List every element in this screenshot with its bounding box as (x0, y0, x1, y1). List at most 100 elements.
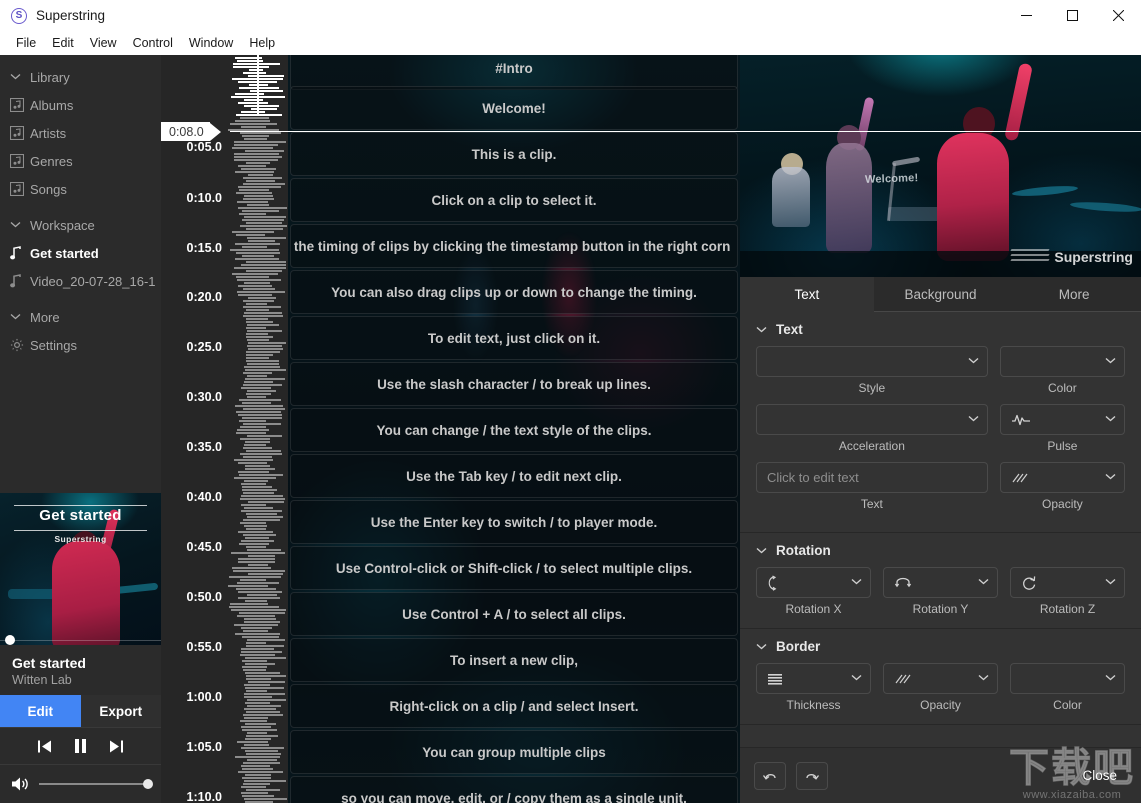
waveform-bar (257, 147, 274, 149)
sidebar-item-albums[interactable]: Albums (0, 91, 161, 119)
edit-button[interactable]: Edit (0, 695, 81, 727)
waveform-bar (257, 501, 285, 503)
clip-item[interactable]: You can group multiple clips (290, 730, 738, 774)
undo-arrow-icon[interactable] (754, 761, 786, 790)
close-panel-button[interactable]: Close (1072, 762, 1127, 789)
waveform-bar (257, 420, 267, 422)
clip-item[interactable]: #Intro (290, 55, 738, 90)
sidebar-group-workspace[interactable]: Workspace (0, 211, 161, 239)
clip-item[interactable]: Use Control + A / to select all clips. (290, 592, 738, 636)
waveform-bar (246, 351, 257, 353)
menu-window[interactable]: Window (181, 34, 241, 53)
thickness-dropdown[interactable] (756, 663, 871, 694)
menu-help[interactable]: Help (241, 34, 283, 53)
sidebar-group-label: Library (30, 69, 70, 85)
album-art[interactable]: Get started Superstring (0, 493, 161, 645)
text-input[interactable]: Click to edit text (756, 462, 988, 493)
chevron-down-icon (10, 220, 30, 231)
menu-view[interactable]: View (82, 34, 125, 53)
audio-waveform[interactable] (228, 55, 288, 803)
waveform-bar (242, 246, 257, 248)
maximize-button[interactable] (1049, 0, 1095, 31)
waveform-bar (257, 387, 271, 389)
sidebar: Library Albums Artists Genres Songs Work… (0, 55, 161, 803)
waveform-bar (233, 153, 257, 155)
skip-previous-icon[interactable] (38, 740, 52, 753)
sidebar-item-label: Songs (30, 181, 67, 197)
clip-item[interactable]: To edit text, just click on it. (290, 316, 738, 360)
section-header[interactable]: Border (756, 639, 1125, 654)
playback-progress-slider[interactable] (0, 635, 161, 645)
tab-background[interactable]: Background (873, 277, 1008, 312)
clip-item[interactable]: You can also drag clips up or down to ch… (290, 270, 738, 314)
acceleration-dropdown[interactable] (756, 404, 988, 435)
chevron-down-icon (851, 673, 862, 684)
rotation-x-dropdown[interactable] (756, 567, 871, 598)
volume-slider[interactable] (39, 779, 153, 789)
sidebar-group-library[interactable]: Library (0, 63, 161, 91)
tab-text[interactable]: Text (740, 277, 874, 312)
sidebar-item-get-started[interactable]: Get started (0, 239, 161, 267)
waveform-bar (257, 105, 280, 107)
field-pulse: Pulse (999, 404, 1125, 453)
clip-item[interactable]: Use the slash character / to break up li… (290, 362, 738, 406)
clip-item[interactable]: so you can move, edit, or / copy them as… (290, 776, 738, 803)
clip-item[interactable]: gn the timing of clips by clicking the t… (290, 224, 738, 268)
volume-icon[interactable] (12, 777, 29, 791)
pause-icon[interactable] (74, 739, 87, 753)
section-header[interactable]: Rotation (756, 543, 1125, 558)
opacity-dropdown[interactable] (999, 462, 1125, 493)
waveform-bar (257, 468, 275, 470)
clip-item[interactable]: Use Control-click or Shift-click / to se… (290, 546, 738, 590)
waveform-bar (236, 279, 257, 281)
sidebar-item-artists[interactable]: Artists (0, 119, 161, 147)
clip-item[interactable]: Right-click on a clip / and select Inser… (290, 684, 738, 728)
clip-item[interactable]: To insert a new clip, (290, 638, 738, 682)
section-header[interactable]: Text (756, 322, 1125, 337)
color-dropdown[interactable] (999, 346, 1125, 377)
clip-item[interactable]: Use the Tab key / to edit next clip. (290, 454, 738, 498)
lines-thickness-icon (767, 672, 785, 686)
border-opacity-dropdown[interactable] (883, 663, 998, 694)
volume-knob[interactable] (143, 779, 153, 789)
close-button[interactable] (1095, 0, 1141, 31)
tab-more[interactable]: More (1007, 277, 1141, 312)
waveform-bar (257, 705, 281, 707)
sidebar-item-video-20-07-28[interactable]: Video_20-07-28_16-1 (0, 267, 161, 295)
sidebar-item-settings[interactable]: Settings (0, 331, 161, 359)
clip-text: This is a clip. (471, 146, 557, 162)
progress-knob[interactable] (5, 635, 15, 645)
clip-text: To edit text, just click on it. (427, 330, 601, 346)
export-button[interactable]: Export (80, 695, 161, 727)
redo-arrow-icon[interactable] (796, 761, 828, 790)
clip-item[interactable]: Click on a clip to select it. (290, 178, 738, 222)
video-preview[interactable]: Welcome! Superstring (740, 55, 1141, 277)
pulse-dropdown[interactable] (999, 404, 1125, 435)
menu-edit[interactable]: Edit (44, 34, 82, 53)
clip-item[interactable]: Welcome! (290, 86, 738, 130)
minimize-button[interactable] (1003, 0, 1049, 31)
sidebar-group-more[interactable]: More (0, 303, 161, 331)
waveform-bar (257, 600, 267, 602)
playhead-marker[interactable]: 0:08.0 (161, 122, 221, 141)
rotation-y-dropdown[interactable] (883, 567, 998, 598)
waveform-bar (257, 285, 272, 287)
clip-text: Use Control + A / to select all clips. (402, 606, 626, 622)
border-color-dropdown[interactable] (1010, 663, 1125, 694)
timeline-ruler[interactable]: 0:05.0 0:10.0 0:15.0 0:20.0 0:25.0 0:30.0 0:35… (161, 55, 228, 803)
menu-file[interactable]: File (8, 34, 44, 53)
clip-list[interactable]: #Intro Welcome! This is a clip. Click on a … (288, 55, 740, 803)
style-dropdown[interactable] (756, 346, 988, 377)
clip-item[interactable]: This is a clip. (290, 132, 738, 176)
sidebar-item-songs[interactable]: Songs (0, 175, 161, 203)
waveform-bar (245, 450, 257, 452)
waveform-bar (257, 678, 271, 680)
menu-control[interactable]: Control (125, 34, 181, 53)
skip-next-icon[interactable] (109, 740, 123, 753)
rotate-z-icon (1021, 575, 1037, 591)
rotation-z-dropdown[interactable] (1010, 567, 1125, 598)
waveform-bar (257, 543, 269, 545)
sidebar-item-genres[interactable]: Genres (0, 147, 161, 175)
clip-item[interactable]: Use the Enter key to switch / to player … (290, 500, 738, 544)
clip-item[interactable]: You can change / the text style of the c… (290, 408, 738, 452)
